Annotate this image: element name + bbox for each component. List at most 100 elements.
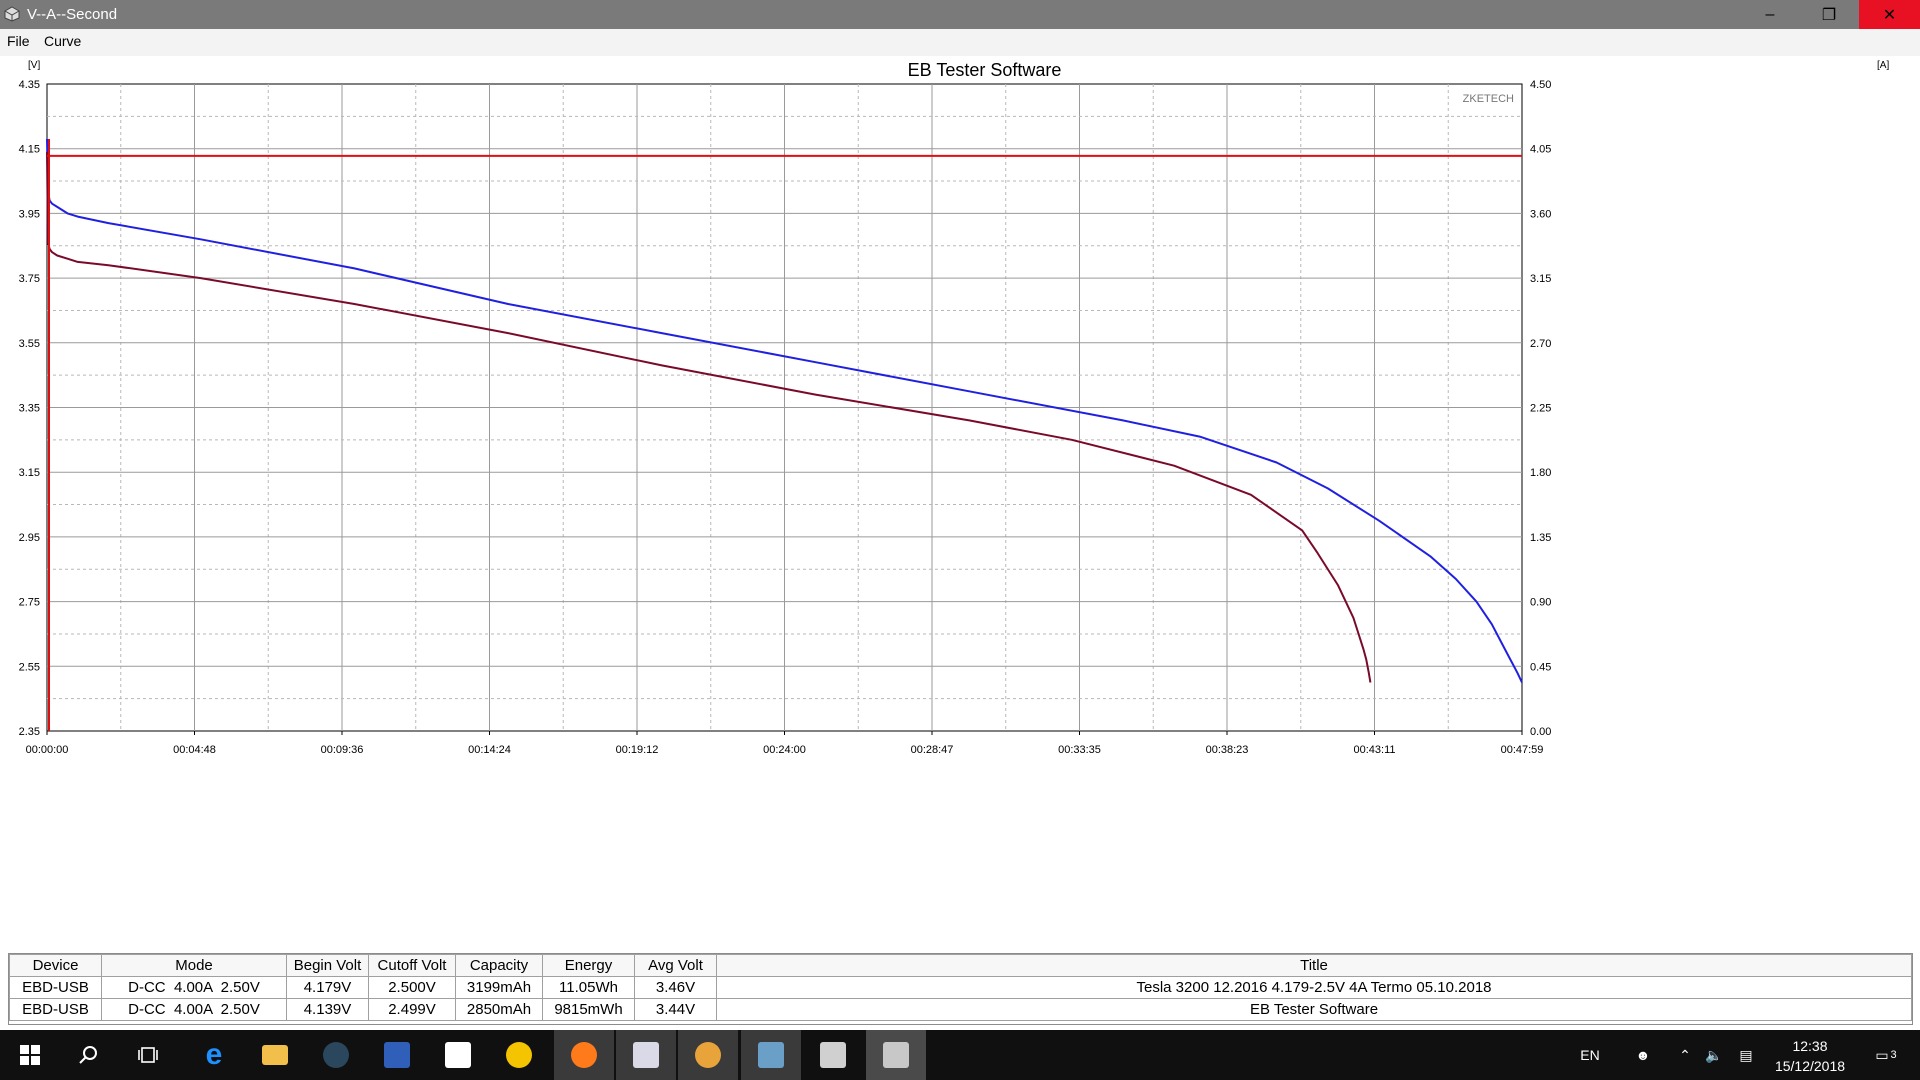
chrome-button[interactable]: [678, 1030, 738, 1080]
firefox-button[interactable]: [554, 1030, 614, 1080]
search-button[interactable]: [58, 1030, 118, 1080]
chart-title: EB Tester Software: [908, 60, 1062, 80]
x-tick-label: 00:00:00: [26, 744, 69, 756]
y-right-tick-label: 4.50: [1530, 79, 1551, 91]
notification-icon: ▭: [1875, 1046, 1889, 1063]
minimize-button[interactable]: –: [1741, 0, 1799, 29]
x-tick-label: 00:38:23: [1206, 744, 1249, 756]
notification-count: 3: [1890, 1049, 1897, 1061]
save-button[interactable]: [367, 1030, 427, 1080]
x-tick-label: 00:24:00: [763, 744, 806, 756]
network-icon[interactable]: ▤: [1732, 1030, 1760, 1080]
cell-begin-volt: 4.139V: [286, 998, 369, 1021]
y-left-tick-label: 3.75: [19, 273, 40, 285]
y-left-unit: [V]: [28, 60, 40, 71]
y-left-tick-label: 3.95: [19, 208, 40, 220]
col-capacity[interactable]: Capacity: [455, 954, 543, 977]
task-view-icon: [138, 1047, 158, 1063]
taskbar: e EN ☻ ⌃ 🔈 ▤ 12:38 15/12/2018 ▭ 3: [0, 1030, 1920, 1080]
title-bar: V--A--Second – ❐ ✕: [0, 0, 1920, 29]
clock[interactable]: 12:38 15/12/2018: [1760, 1036, 1860, 1076]
x-tick-label: 00:28:47: [911, 744, 954, 756]
language-indicator[interactable]: EN: [1570, 1030, 1610, 1080]
chrome-icon: [695, 1042, 721, 1068]
table-row[interactable]: EBD-USB D-CC 4.00A 2.50V 4.179V 2.500V 3…: [9, 976, 1912, 999]
file-explorer-button[interactable]: [245, 1030, 305, 1080]
maximize-button[interactable]: ❐: [1800, 0, 1858, 29]
y-right-tick-label: 3.15: [1530, 273, 1551, 285]
y-left-tick-label: 4.15: [19, 144, 40, 156]
chevron-up-icon[interactable]: ⌃: [1673, 1030, 1697, 1080]
editor-button[interactable]: [616, 1030, 676, 1080]
table-row[interactable]: EBD-USB D-CC 4.00A 2.50V 4.139V 2.499V 2…: [9, 998, 1912, 1021]
calculator-button[interactable]: [803, 1030, 863, 1080]
cell-device: EBD-USB: [9, 998, 102, 1021]
cell-mode: D-CC 4.00A 2.50V: [101, 976, 287, 999]
y-left-tick-label: 3.35: [19, 403, 40, 415]
task-view-button[interactable]: [118, 1030, 178, 1080]
start-button[interactable]: [0, 1030, 60, 1080]
y-left-tick-label: 3.55: [19, 338, 40, 350]
eb-tester-button[interactable]: [866, 1030, 926, 1080]
batman-button[interactable]: [489, 1030, 549, 1080]
volume-icon[interactable]: 🔈: [1700, 1030, 1728, 1080]
chart-area: 00:00:00 00:04:48 00:09:36 00:14:24 00:19:12…: [0, 56, 1920, 945]
window-title: V--A--Second: [27, 6, 118, 23]
y-right-tick-label: 0.00: [1530, 726, 1551, 738]
cell-title: EB Tester Software: [716, 998, 1912, 1021]
restore-icon: ❐: [1821, 6, 1837, 24]
x-tick-label: 00:14:24: [468, 744, 511, 756]
y-left-tick-label: 4.35: [19, 79, 40, 91]
y-left-tick-label: 2.95: [19, 532, 40, 544]
y-left-tick-label: 2.35: [19, 726, 40, 738]
steam-icon: [323, 1042, 349, 1068]
y-right-tick-label: 0.45: [1530, 661, 1551, 673]
store-button[interactable]: [428, 1030, 488, 1080]
cell-device: EBD-USB: [9, 976, 102, 999]
clock-time: 12:38: [1792, 1038, 1828, 1054]
col-begin-volt[interactable]: Begin Volt: [286, 954, 369, 977]
cell-capacity: 3199mAh: [455, 976, 543, 999]
col-cutoff-volt[interactable]: Cutoff Volt: [368, 954, 456, 977]
firefox-icon: [571, 1042, 597, 1068]
start-icon: [20, 1045, 40, 1065]
col-avg-volt[interactable]: Avg Volt: [634, 954, 717, 977]
calculator-icon: [820, 1042, 846, 1068]
cell-cutoff-volt: 2.499V: [368, 998, 456, 1021]
image-viewer-button[interactable]: [741, 1030, 801, 1080]
save-disk-icon: [384, 1042, 410, 1068]
cell-cutoff-volt: 2.500V: [368, 976, 456, 999]
col-title[interactable]: Title: [716, 954, 1912, 977]
menu-curve[interactable]: Curve: [40, 29, 85, 53]
y-right-tick-label: 1.80: [1530, 467, 1551, 479]
people-icon[interactable]: ☻: [1628, 1030, 1658, 1080]
col-energy[interactable]: Energy: [542, 954, 635, 977]
minimize-icon: –: [1765, 5, 1775, 23]
y-left-tick-label: 2.75: [19, 597, 40, 609]
x-tick-label: 00:04:48: [173, 744, 216, 756]
cell-capacity: 2850mAh: [455, 998, 543, 1021]
cell-energy: 9815mWh: [542, 998, 635, 1021]
y-right-tick-label: 2.70: [1530, 338, 1551, 350]
col-device[interactable]: Device: [9, 954, 102, 977]
batman-icon: [506, 1042, 532, 1068]
col-mode[interactable]: Mode: [101, 954, 287, 977]
cell-energy: 11.05Wh: [542, 976, 635, 999]
menu-file[interactable]: File: [3, 29, 34, 53]
cell-title: Tesla 3200 12.2016 4.179-2.5V 4A Termo 0…: [716, 976, 1912, 999]
x-tick-label: 00:19:12: [616, 744, 659, 756]
y-left-tick-label: 3.15: [19, 467, 40, 479]
app-icon: [4, 6, 20, 22]
cell-mode: D-CC 4.00A 2.50V: [101, 998, 287, 1021]
x-tick-label: 00:33:35: [1058, 744, 1101, 756]
close-button[interactable]: ✕: [1859, 0, 1920, 29]
editor-icon: [633, 1042, 659, 1068]
y-right-tick-label: 2.25: [1530, 403, 1551, 415]
edge-button[interactable]: e: [184, 1030, 244, 1080]
steam-button[interactable]: [306, 1030, 366, 1080]
cell-begin-volt: 4.179V: [286, 976, 369, 999]
store-icon: [445, 1042, 471, 1068]
y-right-tick-label: 0.90: [1530, 597, 1551, 609]
eb-tester-icon: [883, 1042, 909, 1068]
notification-button[interactable]: ▭ 3: [1866, 1030, 1906, 1080]
